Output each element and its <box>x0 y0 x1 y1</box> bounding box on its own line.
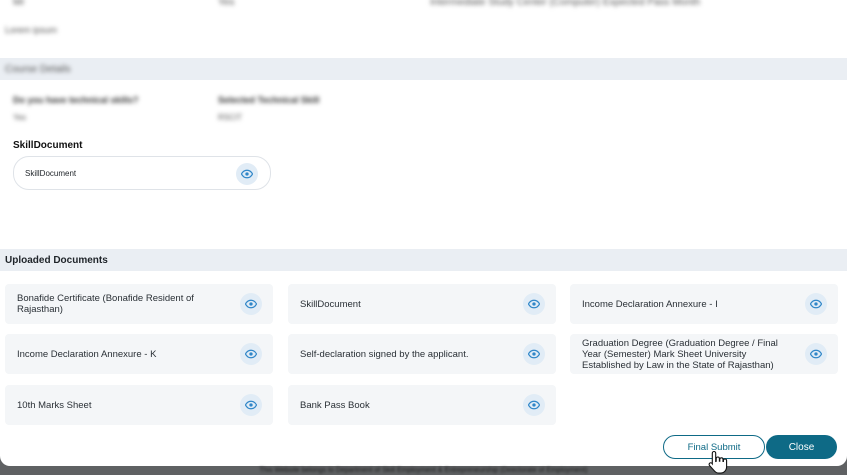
blurred-text: Mr <box>13 0 25 8</box>
course-details-title: Course Details <box>5 63 71 75</box>
document-label: Income Declaration Annexure - K <box>17 348 157 360</box>
document-label: 10th Marks Sheet <box>17 399 92 411</box>
eye-icon <box>810 299 822 309</box>
eye-icon <box>245 349 257 359</box>
eye-icon <box>241 169 253 179</box>
skill-document-file: SkillDocument <box>13 156 271 190</box>
hand-pointer-cursor-icon <box>708 450 728 474</box>
view-document-button[interactable] <box>523 343 545 365</box>
technical-skill-question-value: Yes <box>13 113 27 122</box>
eye-icon <box>810 349 822 359</box>
document-label: Bank Pass Book <box>300 399 370 411</box>
eye-icon <box>528 349 540 359</box>
eye-icon <box>245 299 257 309</box>
document-label: Graduation Degree (Graduation Degree / F… <box>582 337 778 371</box>
blurred-caption: Lorem ipsum <box>5 25 58 35</box>
eye-icon <box>528 400 540 410</box>
application-preview-modal: Mr Yes Intermediate Study Center (Comput… <box>0 0 847 466</box>
uploaded-documents-title: Uploaded Documents <box>5 254 108 266</box>
document-label: SkillDocument <box>300 298 361 310</box>
blurred-text: Yes <box>218 0 235 8</box>
close-button[interactable]: Close <box>766 435 837 459</box>
skill-document-file-label: SkillDocument <box>25 168 77 178</box>
blurred-top-row: Mr Yes Intermediate Study Center (Comput… <box>0 0 847 8</box>
document-label: Self-declaration signed by the applicant… <box>300 348 469 360</box>
view-document-button[interactable] <box>240 394 262 416</box>
document-card: SkillDocument <box>288 284 556 324</box>
course-details-header: Course Details <box>0 58 847 80</box>
technical-skill-question-label: Do you have technical skills? <box>13 95 139 105</box>
view-document-button[interactable] <box>240 293 262 315</box>
uploaded-documents-header: Uploaded Documents <box>0 249 847 271</box>
selected-skill-value: RSCIT <box>218 113 242 122</box>
selected-skill-label: Selected Technical Skill <box>218 95 320 105</box>
document-label: Income Declaration Annexure - I <box>582 298 718 310</box>
eye-icon <box>245 400 257 410</box>
view-skill-document-button[interactable] <box>236 163 258 185</box>
document-card: Graduation Degree (Graduation Degree / F… <box>570 334 838 374</box>
blurred-text: Intermediate Study Center (Computer) Exp… <box>430 0 701 8</box>
view-document-button[interactable] <box>805 343 827 365</box>
document-label: Bonafide Certificate (Bonafide Resident … <box>17 293 194 315</box>
view-document-button[interactable] <box>523 293 545 315</box>
view-document-button[interactable] <box>240 343 262 365</box>
document-card: Income Declaration Annexure - I <box>570 284 838 324</box>
document-card: Bank Pass Book <box>288 385 556 425</box>
skill-document-title: SkillDocument <box>13 140 83 151</box>
document-card: Self-declaration signed by the applicant… <box>288 334 556 374</box>
eye-icon <box>528 299 540 309</box>
document-card: Bonafide Certificate (Bonafide Resident … <box>5 284 273 324</box>
document-card: Income Declaration Annexure - K <box>5 334 273 374</box>
document-card: 10th Marks Sheet <box>5 385 273 425</box>
view-document-button[interactable] <box>805 293 827 315</box>
view-document-button[interactable] <box>523 394 545 416</box>
